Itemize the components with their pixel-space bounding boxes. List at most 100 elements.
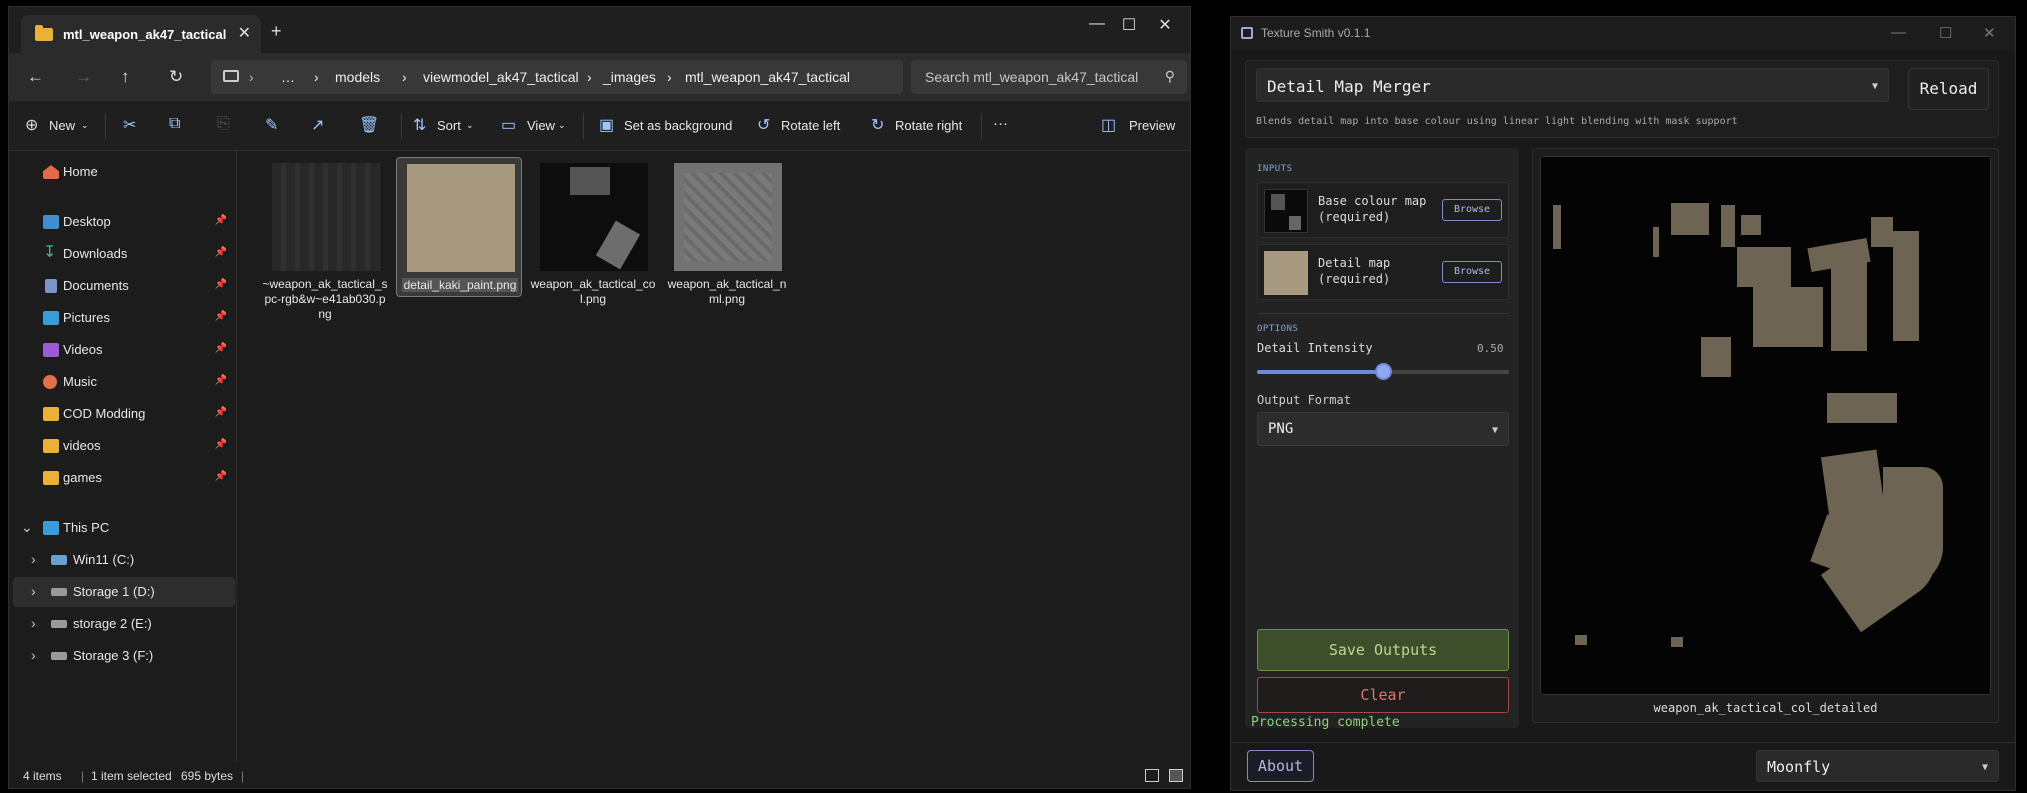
- sidebar-item-label: This PC: [63, 520, 110, 535]
- delete-icon[interactable]: 🗑: [359, 115, 379, 135]
- theme-select[interactable]: Moonfly ▼: [1756, 750, 1999, 782]
- more-options-button[interactable]: ···: [993, 115, 1008, 132]
- details-view-icon[interactable]: [1145, 769, 1159, 782]
- breadcrumb-models[interactable]: models: [335, 69, 380, 85]
- forward-arrow-icon[interactable]: →: [75, 67, 92, 87]
- view-button[interactable]: View: [527, 118, 555, 133]
- chevron-down-icon[interactable]: ⌄: [21, 519, 33, 536]
- breadcrumb-separator-icon: ›: [249, 69, 254, 85]
- sidebar-item-desktop[interactable]: Desktop 📌: [9, 207, 237, 237]
- sidebar-item-label: Downloads: [63, 246, 128, 261]
- close-window-button[interactable]: ✕: [1983, 24, 1996, 42]
- drive-icon: [51, 652, 67, 660]
- minimize-button[interactable]: —: [1085, 15, 1109, 33]
- download-icon: ↧: [43, 244, 57, 261]
- tool-description: Blends detail map into base colour using…: [1256, 116, 1738, 127]
- sidebar-item-drive-f[interactable]: › Storage 3 (F:): [9, 641, 237, 671]
- tab-bar: mtl_weapon_ak47_tactical ✕ + — ☐ ✕: [9, 7, 1190, 53]
- sidebar-item-home[interactable]: Home: [9, 157, 237, 187]
- image-thumbnail: [674, 163, 782, 271]
- reload-button[interactable]: Reload: [1908, 68, 1989, 110]
- file-item[interactable]: weapon_ak_tactical_nml.png: [664, 157, 790, 306]
- texture-island: [1671, 203, 1709, 235]
- refresh-icon[interactable]: ↻: [169, 67, 183, 87]
- maximize-button[interactable]: ☐: [1117, 15, 1141, 35]
- file-name: detail_kaki_paint.png: [401, 278, 519, 292]
- save-outputs-button[interactable]: Save Outputs: [1257, 629, 1509, 671]
- sidebar-item-drive-e[interactable]: › storage 2 (E:): [9, 609, 237, 639]
- file-explorer-window: mtl_weapon_ak47_tactical ✕ + — ☐ ✕ ← → ↑…: [8, 6, 1191, 789]
- sort-button[interactable]: Sort: [437, 118, 461, 133]
- preview-caption: weapon_ak_tactical_col_detailed: [1653, 701, 1878, 715]
- sidebar-item-videos[interactable]: Videos 📌: [9, 335, 237, 365]
- rotate-right-button[interactable]: Rotate right: [895, 118, 962, 133]
- chevron-right-icon[interactable]: ›: [31, 583, 36, 599]
- sidebar-item-pictures[interactable]: Pictures 📌: [9, 303, 237, 333]
- sidebar-item-label: Videos: [63, 342, 103, 357]
- paste-icon[interactable]: ⎘: [217, 115, 230, 133]
- breadcrumb-viewmodel[interactable]: viewmodel_ak47_tactical: [423, 69, 579, 85]
- close-window-button[interactable]: ✕: [1153, 15, 1177, 35]
- file-item-selected[interactable]: detail_kaki_paint.png: [396, 157, 522, 297]
- base-colour-thumbnail: [1264, 189, 1308, 233]
- browse-detail-map-button[interactable]: Browse: [1442, 261, 1502, 283]
- document-icon: [45, 279, 57, 293]
- file-item[interactable]: ~weapon_ak_tactical_spc-rgb&w~e41ab030.p…: [262, 157, 388, 321]
- preview-button[interactable]: Preview: [1129, 118, 1175, 133]
- chevron-right-icon[interactable]: ›: [31, 647, 36, 663]
- detail-intensity-slider-fill: [1257, 370, 1383, 374]
- new-tab-button[interactable]: +: [271, 21, 282, 42]
- toolbar-divider: [981, 113, 982, 139]
- sidebar-item-label: games: [63, 470, 103, 485]
- tab-current-folder[interactable]: mtl_weapon_ak47_tactical ✕: [21, 15, 261, 53]
- breadcrumb-separator-icon: ›: [314, 69, 319, 85]
- share-icon[interactable]: ↗: [311, 115, 324, 135]
- cut-icon[interactable]: ✂: [123, 115, 136, 135]
- texture-preview-image: [1540, 156, 1991, 695]
- chevron-right-icon[interactable]: ›: [31, 615, 36, 631]
- browse-base-colour-button[interactable]: Browse: [1442, 199, 1502, 221]
- file-item[interactable]: weapon_ak_tactical_col.png: [530, 157, 656, 306]
- rename-icon[interactable]: ✎: [265, 115, 278, 135]
- close-tab-icon[interactable]: ✕: [238, 23, 251, 43]
- tool-select[interactable]: Detail Map Merger ▼: [1256, 68, 1889, 102]
- copy-icon[interactable]: ⧉: [169, 115, 180, 133]
- breadcrumb-separator-icon: ›: [587, 69, 592, 85]
- clear-button[interactable]: Clear: [1257, 677, 1509, 713]
- about-button[interactable]: About: [1247, 750, 1314, 782]
- sidebar-item-drive-c[interactable]: › Win11 (C:): [9, 545, 237, 575]
- thumbnail-detail: [595, 220, 641, 270]
- detail-map-thumbnail: [1264, 251, 1308, 295]
- sidebar-item-games[interactable]: games 📌: [9, 463, 237, 493]
- breadcrumb-images[interactable]: _images: [603, 69, 656, 85]
- image-thumbnail: [272, 163, 380, 271]
- sidebar-item-videos-folder[interactable]: videos 📌: [9, 431, 237, 461]
- search-input[interactable]: Search mtl_weapon_ak47_tactical: [925, 69, 1138, 85]
- breadcrumb-current[interactable]: mtl_weapon_ak47_tactical: [685, 69, 850, 85]
- pin-icon: 📌: [214, 375, 227, 386]
- sidebar-item-cod-modding[interactable]: COD Modding 📌: [9, 399, 237, 429]
- sidebar-item-music[interactable]: Music 📌: [9, 367, 237, 397]
- detail-intensity-slider-handle[interactable]: [1374, 363, 1392, 380]
- pin-icon: 📌: [214, 215, 227, 226]
- output-format-value: PNG: [1268, 421, 1294, 437]
- sidebar-item-downloads[interactable]: ↧ Downloads 📌: [9, 239, 237, 269]
- sidebar-item-this-pc[interactable]: ⌄ This PC: [9, 513, 237, 543]
- breadcrumb-overflow[interactable]: …: [281, 69, 295, 85]
- file-list: ~weapon_ak_tactical_spc-rgb&w~e41ab030.p…: [245, 151, 1190, 761]
- sidebar-item-documents[interactable]: Documents 📌: [9, 271, 237, 301]
- maximize-button[interactable]: ☐: [1939, 24, 1952, 42]
- minimize-button[interactable]: —: [1891, 24, 1906, 41]
- tiles-view-icon[interactable]: [1169, 769, 1183, 782]
- set-as-background-button[interactable]: Set as background: [624, 118, 732, 133]
- search-box[interactable]: Search mtl_weapon_ak47_tactical ⚲: [911, 60, 1187, 94]
- back-arrow-icon[interactable]: ←: [27, 67, 44, 87]
- rotate-left-button[interactable]: Rotate left: [781, 118, 840, 133]
- up-arrow-icon[interactable]: ↑: [121, 67, 130, 87]
- output-format-select[interactable]: PNG ▼: [1257, 412, 1509, 446]
- new-button[interactable]: New: [49, 118, 75, 133]
- texture-island: [1753, 287, 1823, 347]
- address-bar[interactable]: › … › models › viewmodel_ak47_tactical ›…: [211, 60, 903, 94]
- chevron-right-icon[interactable]: ›: [31, 551, 36, 567]
- sidebar-item-drive-d[interactable]: › Storage 1 (D:): [13, 577, 235, 607]
